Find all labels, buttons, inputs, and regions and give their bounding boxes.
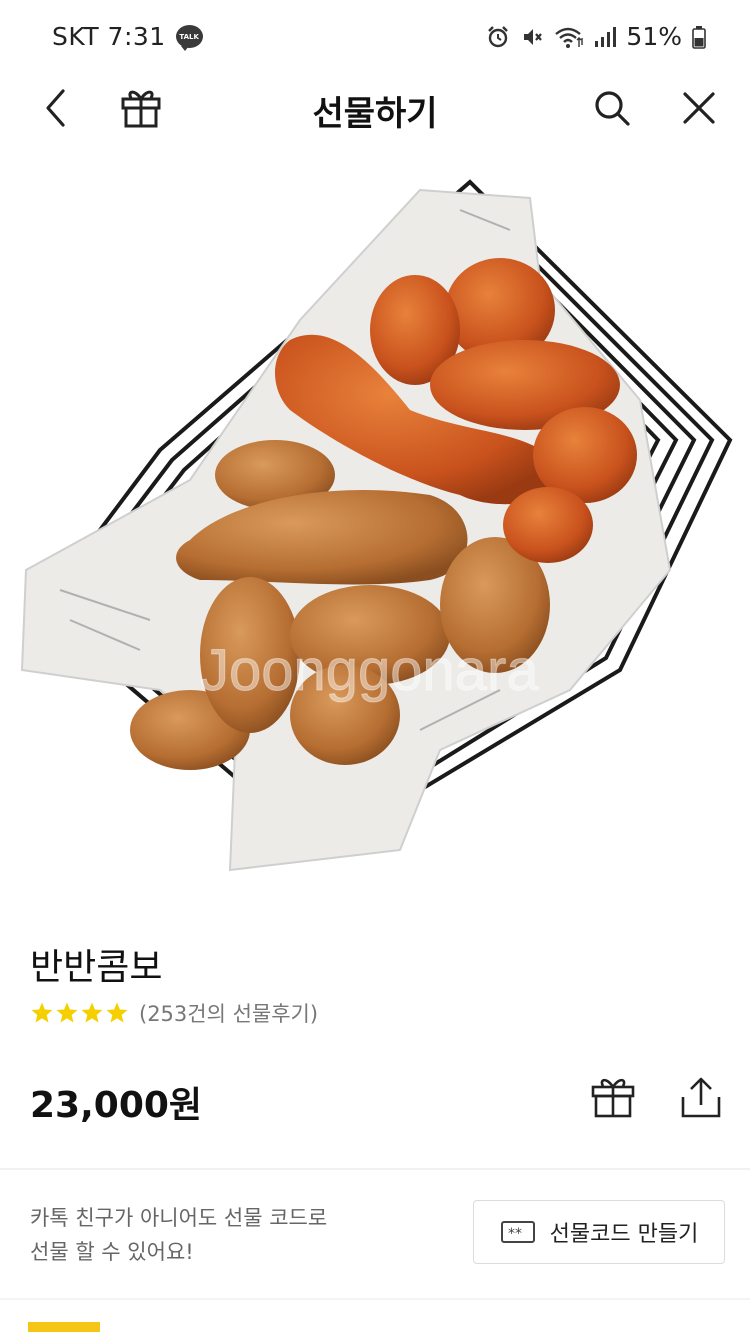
section-divider: [0, 1298, 750, 1300]
chicken-basket-illustration: Joonggonara: [20, 179, 733, 872]
status-bar: SKT 7:31 TALK 51%: [0, 0, 750, 76]
gift-code-ticket-icon: **: [500, 1221, 535, 1243]
create-gift-code-button[interactable]: ** 선물코드 만들기: [473, 1200, 725, 1264]
carrier-time: SKT 7:31: [52, 22, 166, 51]
watermark: Joonggonara: [200, 638, 539, 703]
price-actions: [590, 1074, 724, 1120]
battery-icon: [692, 25, 706, 49]
gift-icon: [591, 1078, 635, 1118]
svg-text:**: **: [508, 1226, 522, 1242]
status-left: SKT 7:31 TALK: [52, 22, 203, 51]
app-header: 선물하기: [0, 76, 750, 140]
kakaotalk-notification-icon: TALK: [175, 25, 203, 51]
close-button[interactable]: [671, 80, 727, 136]
close-icon: [683, 92, 715, 124]
share-icon: [681, 1077, 721, 1118]
create-gift-code-label: 선물코드 만들기: [549, 1222, 699, 1247]
rating-row[interactable]: (253건의 선물후기): [30, 998, 318, 1028]
section-divider: [0, 1168, 750, 1170]
battery-percent: 51%: [626, 22, 682, 51]
search-icon: [595, 91, 630, 126]
gift-code-description: 카톡 친구가 아니어도 선물 코드로 선물 할 수 있어요!: [30, 1201, 327, 1269]
signal-icon: [595, 26, 617, 47]
send-gift-button[interactable]: [590, 1074, 636, 1120]
wifi-icon: [555, 27, 584, 48]
tab-indicator: [28, 1322, 100, 1332]
star-icon: [31, 1002, 53, 1023]
status-right: 51%: [486, 22, 706, 51]
star-icon: [56, 1002, 78, 1023]
gift-code-line-1: 카톡 친구가 아니어도 선물 코드로: [30, 1206, 328, 1230]
star-icon: [81, 1002, 103, 1023]
mute-icon: [524, 28, 543, 45]
star-icon: [106, 1002, 128, 1023]
product-name: 반반콤보: [30, 947, 163, 988]
star-rating: [30, 1001, 129, 1025]
alarm-icon: [488, 25, 509, 47]
product-image[interactable]: Joonggonara: [0, 150, 750, 890]
share-button[interactable]: [678, 1074, 724, 1120]
review-count[interactable]: (253건의 선물후기): [139, 998, 318, 1028]
gift-code-line-2: 선물 할 수 있어요!: [30, 1240, 194, 1264]
product-price: 23,000원: [30, 1085, 203, 1126]
search-button[interactable]: [584, 80, 640, 136]
